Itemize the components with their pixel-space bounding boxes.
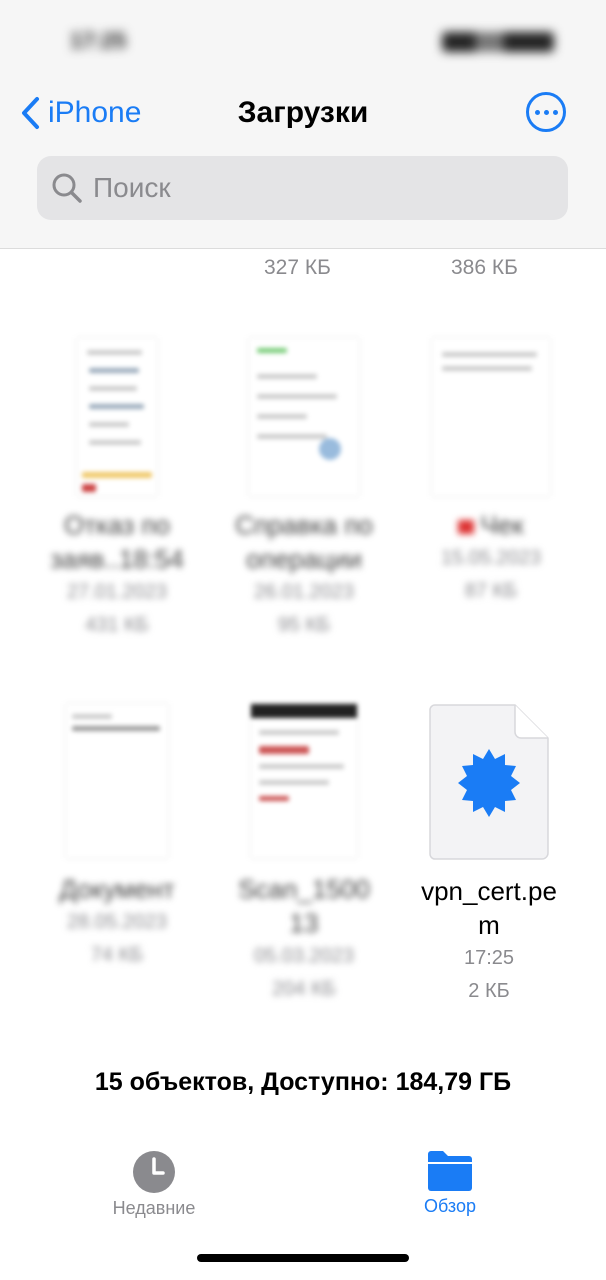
file-name: Справка по [235, 510, 373, 540]
file-size: 74 КБ [90, 944, 144, 966]
ellipsis-icon-dot [552, 109, 558, 115]
file-name: Документ [59, 874, 175, 904]
more-options-button[interactable] [526, 92, 566, 132]
file-thumbnail [251, 704, 357, 858]
file-size: 431 КБ [85, 614, 149, 636]
file-item-vpn-cert[interactable]: vpn_cert.pe m 17:25 2 КБ [399, 704, 579, 1008]
search-field[interactable] [37, 156, 568, 220]
file-size: 204 КБ [272, 978, 336, 1000]
file-item[interactable]: Чек 15.05.2023 87 КБ [401, 338, 581, 608]
tab-recent[interactable]: Недавние [84, 1150, 224, 1219]
file-date: 15.05.2023 [440, 547, 542, 569]
file-name: Scan_1500 [238, 874, 370, 904]
file-date: 28.05.2023 [66, 911, 168, 933]
file-name-line2: m [478, 910, 500, 940]
ellipsis-icon [534, 109, 540, 115]
file-thumbnail [249, 338, 359, 496]
file-item[interactable]: Документ 28.05.2023 74 КБ [27, 704, 207, 972]
file-name: Чек [401, 508, 581, 542]
file-size: 2 КБ [468, 980, 510, 1002]
file-size: 95 КБ [277, 614, 331, 636]
home-indicator [197, 1254, 409, 1262]
ellipsis-icon-dot [543, 109, 549, 115]
file-item[interactable]: Scan_1500 13 05.03.2023 204 КБ [214, 704, 394, 1006]
file-name: Отказ по [64, 510, 170, 540]
file-name-text: Чек [480, 510, 524, 540]
file-date: 26.01.2023 [253, 581, 355, 603]
chevron-left-icon [22, 97, 39, 129]
file-item[interactable]: Отказ по заяв..18:54 27.01.2023 431 КБ [27, 338, 207, 642]
tab-browse-label: Обзор [424, 1196, 476, 1216]
certificate-file-icon [429, 704, 549, 860]
file-thumbnail [66, 704, 168, 858]
storage-summary: 15 объектов, Доступно: 184,79 ГБ [94, 1068, 512, 1096]
file-name-line2: заяв..18:54 [50, 544, 184, 574]
file-thumbnail [77, 338, 157, 496]
file-name-line2: операции [246, 544, 362, 574]
clock-icon [133, 1151, 175, 1193]
back-button-label: iPhone [48, 96, 142, 129]
navigation-header: 17:25 iPhone Загрузки [0, 0, 606, 249]
file-date: 05.03.2023 [253, 945, 355, 967]
tab-browse[interactable]: Обзор [380, 1150, 520, 1217]
folder-icon [428, 1151, 472, 1191]
file-date: 27.01.2023 [66, 581, 168, 603]
status-time: 17:25 [70, 28, 127, 53]
file-date: 17:25 [463, 947, 515, 969]
search-input[interactable] [93, 172, 533, 204]
search-icon [52, 173, 82, 203]
back-button[interactable]: iPhone [20, 90, 141, 136]
file-size: 87 КБ [464, 580, 518, 602]
file-name-line2: 13 [289, 908, 319, 938]
file-size-previous: 327 КБ [264, 256, 331, 279]
nav-bar: iPhone Загрузки [0, 90, 606, 136]
tab-recent-label: Недавние [112, 1198, 196, 1218]
file-name: vpn_cert.pe [421, 876, 557, 906]
file-item[interactable]: Справка по операции 26.01.2023 95 КБ [214, 338, 394, 642]
file-size-previous: 386 КБ [451, 256, 518, 279]
status-indicators-icon [442, 32, 554, 52]
file-thumbnail [432, 338, 550, 496]
status-bar: 17:25 [0, 26, 606, 56]
